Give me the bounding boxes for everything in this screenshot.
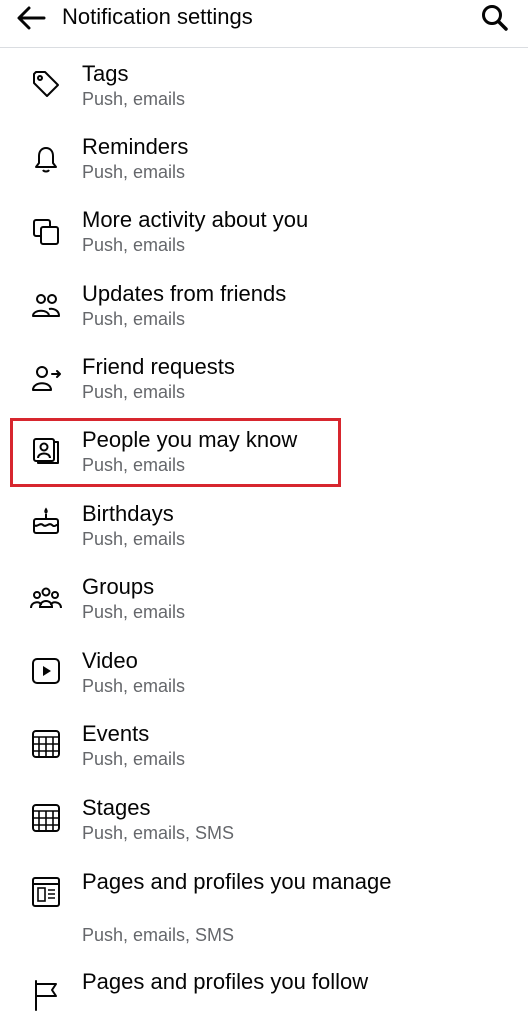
setting-subtitle: Push, emails [82, 309, 186, 329]
setting-subtitle: Push, emails [82, 529, 186, 549]
search-button[interactable] [480, 3, 510, 33]
flag-icon [28, 976, 64, 1012]
tag-icon [28, 66, 64, 102]
setting-title: Groups [82, 574, 155, 599]
setting-title: Tags [82, 61, 129, 86]
setting-subtitle: Push, emails, SMS [82, 925, 235, 945]
bell-icon [28, 141, 64, 177]
highlight-box [10, 418, 341, 487]
setting-title: Events [82, 721, 150, 746]
play-icon [28, 653, 64, 689]
friend-request-icon [28, 361, 64, 397]
setting-title: Stages [82, 795, 151, 820]
setting-title: Video [82, 648, 138, 673]
setting-subtitle: Push, emails [82, 89, 186, 109]
calendar-icon [28, 800, 64, 836]
page-title: Notification settings [62, 4, 253, 29]
setting-subtitle: Push, emails [82, 602, 186, 622]
setting-subtitle: Push, emails [82, 749, 186, 769]
setting-title: Reminders [82, 134, 189, 159]
cake-icon [28, 504, 64, 540]
setting-title: Updates from friends [82, 281, 287, 306]
search-icon [482, 5, 508, 31]
arrow-left-icon [17, 6, 46, 30]
setting-title: Birthdays [82, 501, 174, 526]
setting-title: Friend requests [82, 354, 235, 379]
setting-title: Pages and profiles you manage [82, 869, 392, 894]
setting-subtitle: Push, emails [82, 235, 186, 255]
friends-icon [28, 288, 64, 324]
overlapping-squares-icon [28, 214, 64, 250]
groups-icon [28, 581, 64, 617]
setting-subtitle: Push, emails, SMS [82, 823, 235, 843]
setting-subtitle: Push, emails [82, 382, 186, 402]
top-app-bar: Notification settings [0, 0, 528, 48]
calendar-icon [28, 726, 64, 762]
back-button[interactable] [14, 3, 50, 33]
setting-subtitle: Push, emails [82, 162, 186, 182]
setting-title: Pages and profiles you follow [82, 969, 369, 994]
setting-subtitle: Push, emails [82, 676, 186, 696]
setting-title: More activity about you [82, 207, 309, 232]
page-icon [28, 874, 64, 910]
